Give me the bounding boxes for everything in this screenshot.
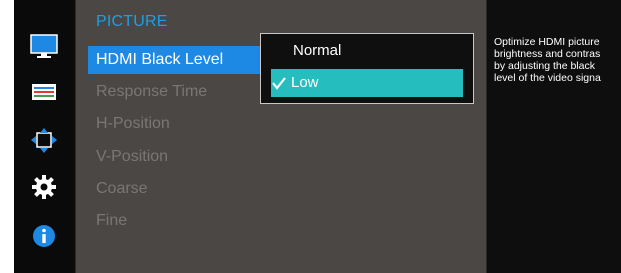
menu-title: PICTURE bbox=[96, 13, 168, 30]
option-low-label: Low bbox=[291, 74, 319, 91]
menu-item-response-time[interactable]: Response Time bbox=[88, 78, 260, 106]
menu-item-hdmi-black-level[interactable]: HDMI Black Level bbox=[88, 46, 260, 74]
settings-category-button[interactable] bbox=[14, 172, 74, 202]
help-line: Optimize HDMI picture bbox=[494, 36, 600, 48]
category-icon-column bbox=[14, 0, 74, 273]
checkmark-icon bbox=[271, 69, 287, 105]
help-text: Optimize HDMI picture brightness and con… bbox=[494, 36, 621, 84]
info-icon bbox=[33, 225, 55, 247]
position-category-button[interactable] bbox=[14, 126, 74, 156]
help-line: level of the video signa bbox=[494, 72, 601, 84]
move-arrows-icon bbox=[31, 128, 57, 153]
menu-item-coarse[interactable]: Coarse bbox=[88, 175, 260, 203]
picture-category-button[interactable] bbox=[14, 32, 74, 62]
menu-item-v-position[interactable]: V-Position bbox=[88, 143, 260, 171]
help-description-panel: Optimize HDMI picture brightness and con… bbox=[488, 0, 621, 273]
option-normal-label: Normal bbox=[293, 42, 342, 59]
option-low[interactable]: Low bbox=[271, 69, 463, 97]
onscreen-display-icon bbox=[32, 84, 56, 100]
monitor-icon bbox=[30, 34, 58, 58]
menu-item-h-position[interactable]: H-Position bbox=[88, 110, 260, 138]
hdmi-black-level-submenu: Normal Low bbox=[260, 33, 474, 104]
help-line: brightness and contras bbox=[494, 48, 601, 60]
option-normal[interactable]: Normal bbox=[271, 37, 463, 65]
onscreen-display-category-button[interactable] bbox=[14, 78, 74, 108]
gear-icon bbox=[32, 175, 56, 199]
menu-item-fine[interactable]: Fine bbox=[88, 207, 260, 235]
help-line: by adjusting the black bbox=[494, 60, 595, 72]
information-category-button[interactable] bbox=[14, 221, 74, 251]
